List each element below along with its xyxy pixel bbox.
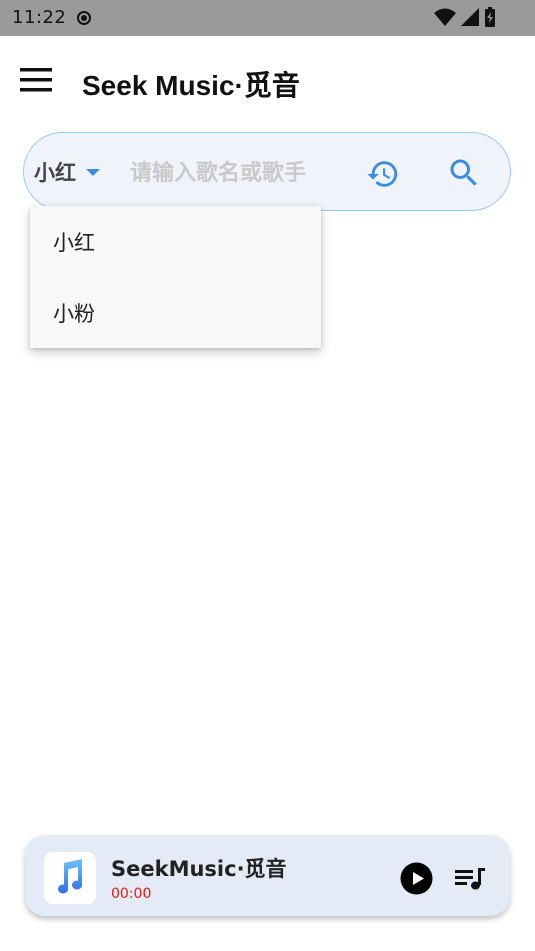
track-time: 00:00 xyxy=(111,886,152,902)
status-bar: 11:22 xyxy=(0,0,535,36)
menu-button[interactable] xyxy=(18,64,56,98)
dropdown-option-xiaohong[interactable]: 小红 xyxy=(30,206,321,277)
history-icon xyxy=(366,161,400,195)
track-title: SeekMusic·觅音 xyxy=(111,857,287,881)
source-select[interactable]: 小红 xyxy=(34,155,100,189)
search-icon xyxy=(446,159,482,195)
playlist-icon xyxy=(453,868,487,897)
album-art xyxy=(44,852,96,904)
recording-dot-icon xyxy=(76,10,92,26)
mini-player[interactable]: SeekMusic·觅音 00:00 xyxy=(25,835,510,916)
play-icon xyxy=(400,862,433,899)
history-button[interactable] xyxy=(366,157,400,191)
music-note-icon xyxy=(53,857,87,899)
source-selected-label: 小红 xyxy=(34,161,76,185)
search-bar: 小红 xyxy=(23,132,511,211)
wifi-icon xyxy=(433,6,457,28)
cellular-signal-icon xyxy=(459,6,481,28)
dropdown-caret-icon xyxy=(86,168,100,176)
playlist-button[interactable] xyxy=(453,865,487,893)
battery-icon xyxy=(483,6,497,28)
source-dropdown-menu: 小红 小粉 xyxy=(30,206,321,348)
status-time: 11:22 xyxy=(12,7,67,28)
hamburger-menu-icon xyxy=(18,68,56,102)
dropdown-option-xiaofen[interactable]: 小粉 xyxy=(30,277,321,348)
app-bar: Seek Music·觅音 xyxy=(0,36,535,126)
app-title: Seek Music·觅音 xyxy=(82,70,300,101)
play-button[interactable] xyxy=(400,862,433,895)
search-input[interactable] xyxy=(128,153,358,193)
search-button[interactable] xyxy=(446,155,482,191)
